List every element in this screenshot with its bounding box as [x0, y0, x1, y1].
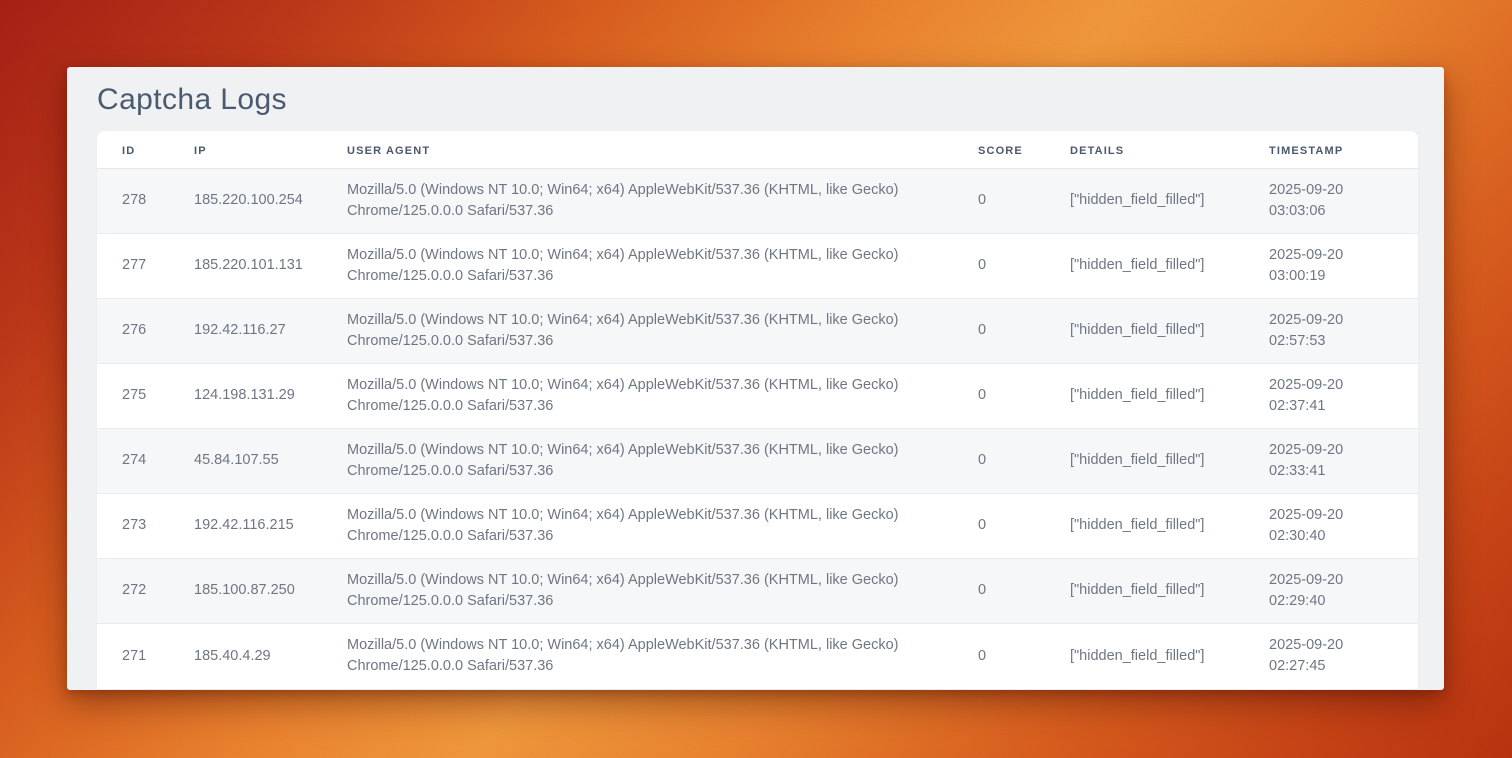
table-row: 274 45.84.107.55 Mozilla/5.0 (Windows NT…: [97, 429, 1418, 494]
cell-timestamp: 2025-09-20 03:03:06: [1269, 169, 1418, 234]
cell-id: 275: [97, 364, 194, 429]
cell-ip: 185.40.4.29: [194, 624, 347, 689]
cell-id: 277: [97, 234, 194, 299]
cell-user-agent: Mozilla/5.0 (Windows NT 10.0; Win64; x64…: [347, 169, 978, 234]
table-body: 278 185.220.100.254 Mozilla/5.0 (Windows…: [97, 169, 1418, 689]
cell-timestamp: 2025-09-20 02:57:53: [1269, 299, 1418, 364]
cell-id: 274: [97, 429, 194, 494]
table-row: 278 185.220.100.254 Mozilla/5.0 (Windows…: [97, 169, 1418, 234]
cell-user-agent: Mozilla/5.0 (Windows NT 10.0; Win64; x64…: [347, 624, 978, 689]
cell-user-agent: Mozilla/5.0 (Windows NT 10.0; Win64; x64…: [347, 364, 978, 429]
cell-id: 273: [97, 494, 194, 559]
cell-id: 276: [97, 299, 194, 364]
cell-user-agent: Mozilla/5.0 (Windows NT 10.0; Win64; x64…: [347, 429, 978, 494]
table-row: 275 124.198.131.29 Mozilla/5.0 (Windows …: [97, 364, 1418, 429]
cell-user-agent: Mozilla/5.0 (Windows NT 10.0; Win64; x64…: [347, 299, 978, 364]
column-header-score: SCORE: [978, 131, 1070, 169]
cell-id: 278: [97, 169, 194, 234]
cell-ip: 185.220.100.254: [194, 169, 347, 234]
cell-ip: 45.84.107.55: [194, 429, 347, 494]
column-header-details: DETAILS: [1070, 131, 1269, 169]
cell-details: ["hidden_field_filled"]: [1070, 494, 1269, 559]
cell-ip: 192.42.116.27: [194, 299, 347, 364]
cell-timestamp: 2025-09-20 02:27:45: [1269, 624, 1418, 689]
cell-timestamp: 2025-09-20 02:29:40: [1269, 559, 1418, 624]
cell-user-agent: Mozilla/5.0 (Windows NT 10.0; Win64; x64…: [347, 494, 978, 559]
cell-timestamp: 2025-09-20 02:33:41: [1269, 429, 1418, 494]
cell-score: 0: [978, 624, 1070, 689]
cell-score: 0: [978, 494, 1070, 559]
table-row: 273 192.42.116.215 Mozilla/5.0 (Windows …: [97, 494, 1418, 559]
column-header-id: ID: [97, 131, 194, 169]
cell-details: ["hidden_field_filled"]: [1070, 169, 1269, 234]
table-row: 276 192.42.116.27 Mozilla/5.0 (Windows N…: [97, 299, 1418, 364]
table-row: 271 185.40.4.29 Mozilla/5.0 (Windows NT …: [97, 624, 1418, 689]
table-row: 272 185.100.87.250 Mozilla/5.0 (Windows …: [97, 559, 1418, 624]
column-header-ip: IP: [194, 131, 347, 169]
cell-details: ["hidden_field_filled"]: [1070, 234, 1269, 299]
page-title: Captcha Logs: [97, 82, 1414, 118]
captcha-logs-card: Captcha Logs ID IP USER AGENT SCORE DETA…: [67, 67, 1444, 690]
cell-score: 0: [978, 429, 1070, 494]
cell-details: ["hidden_field_filled"]: [1070, 364, 1269, 429]
cell-ip: 124.198.131.29: [194, 364, 347, 429]
cell-user-agent: Mozilla/5.0 (Windows NT 10.0; Win64; x64…: [347, 559, 978, 624]
cell-id: 272: [97, 559, 194, 624]
cell-timestamp: 2025-09-20 03:00:19: [1269, 234, 1418, 299]
cell-details: ["hidden_field_filled"]: [1070, 299, 1269, 364]
desktop-background: { "page": { "title": "Captcha Logs" }, "…: [0, 0, 1512, 758]
column-header-timestamp: TIMESTAMP: [1269, 131, 1418, 169]
table-row: 277 185.220.101.131 Mozilla/5.0 (Windows…: [97, 234, 1418, 299]
cell-details: ["hidden_field_filled"]: [1070, 429, 1269, 494]
cell-ip: 192.42.116.215: [194, 494, 347, 559]
cell-score: 0: [978, 364, 1070, 429]
captcha-logs-table-container: ID IP USER AGENT SCORE DETAILS TIMESTAMP…: [97, 131, 1418, 689]
cell-details: ["hidden_field_filled"]: [1070, 624, 1269, 689]
column-header-user-agent: USER AGENT: [347, 131, 978, 169]
cell-score: 0: [978, 299, 1070, 364]
cell-timestamp: 2025-09-20 02:30:40: [1269, 494, 1418, 559]
cell-timestamp: 2025-09-20 02:37:41: [1269, 364, 1418, 429]
cell-ip: 185.220.101.131: [194, 234, 347, 299]
captcha-logs-table: ID IP USER AGENT SCORE DETAILS TIMESTAMP…: [97, 131, 1418, 689]
cell-score: 0: [978, 559, 1070, 624]
cell-id: 271: [97, 624, 194, 689]
cell-ip: 185.100.87.250: [194, 559, 347, 624]
cell-score: 0: [978, 234, 1070, 299]
cell-score: 0: [978, 169, 1070, 234]
cell-user-agent: Mozilla/5.0 (Windows NT 10.0; Win64; x64…: [347, 234, 978, 299]
cell-details: ["hidden_field_filled"]: [1070, 559, 1269, 624]
table-header: ID IP USER AGENT SCORE DETAILS TIMESTAMP: [97, 131, 1418, 169]
